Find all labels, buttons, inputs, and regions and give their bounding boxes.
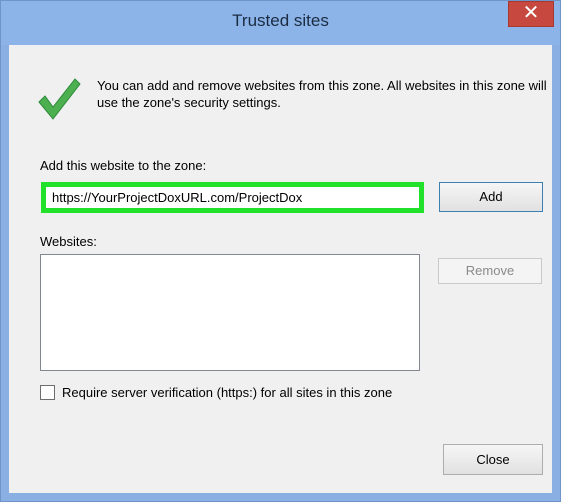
close-button[interactable]: Close xyxy=(443,444,543,475)
require-verification-checkbox[interactable] xyxy=(40,385,55,400)
remove-button[interactable]: Remove xyxy=(438,258,542,284)
websites-list[interactable] xyxy=(40,254,420,371)
close-icon: ✕ xyxy=(522,2,540,24)
title-bar[interactable]: Trusted sites ✕ xyxy=(1,1,560,45)
info-text: You can add and remove websites from thi… xyxy=(97,78,547,110)
close-window-button[interactable]: ✕ xyxy=(508,1,554,27)
website-url-input[interactable] xyxy=(41,182,424,213)
add-website-label: Add this website to the zone: xyxy=(40,158,207,173)
checkmark-icon xyxy=(38,78,81,120)
trusted-sites-window: Trusted sites ✕ You can add and remove w… xyxy=(0,0,561,502)
websites-label: Websites: xyxy=(40,234,97,249)
dialog-body: You can add and remove websites from thi… xyxy=(9,45,552,493)
add-button[interactable]: Add xyxy=(439,182,543,212)
require-verification-label[interactable]: Require server verification (https:) for… xyxy=(62,385,392,400)
window-title: Trusted sites xyxy=(232,11,329,30)
